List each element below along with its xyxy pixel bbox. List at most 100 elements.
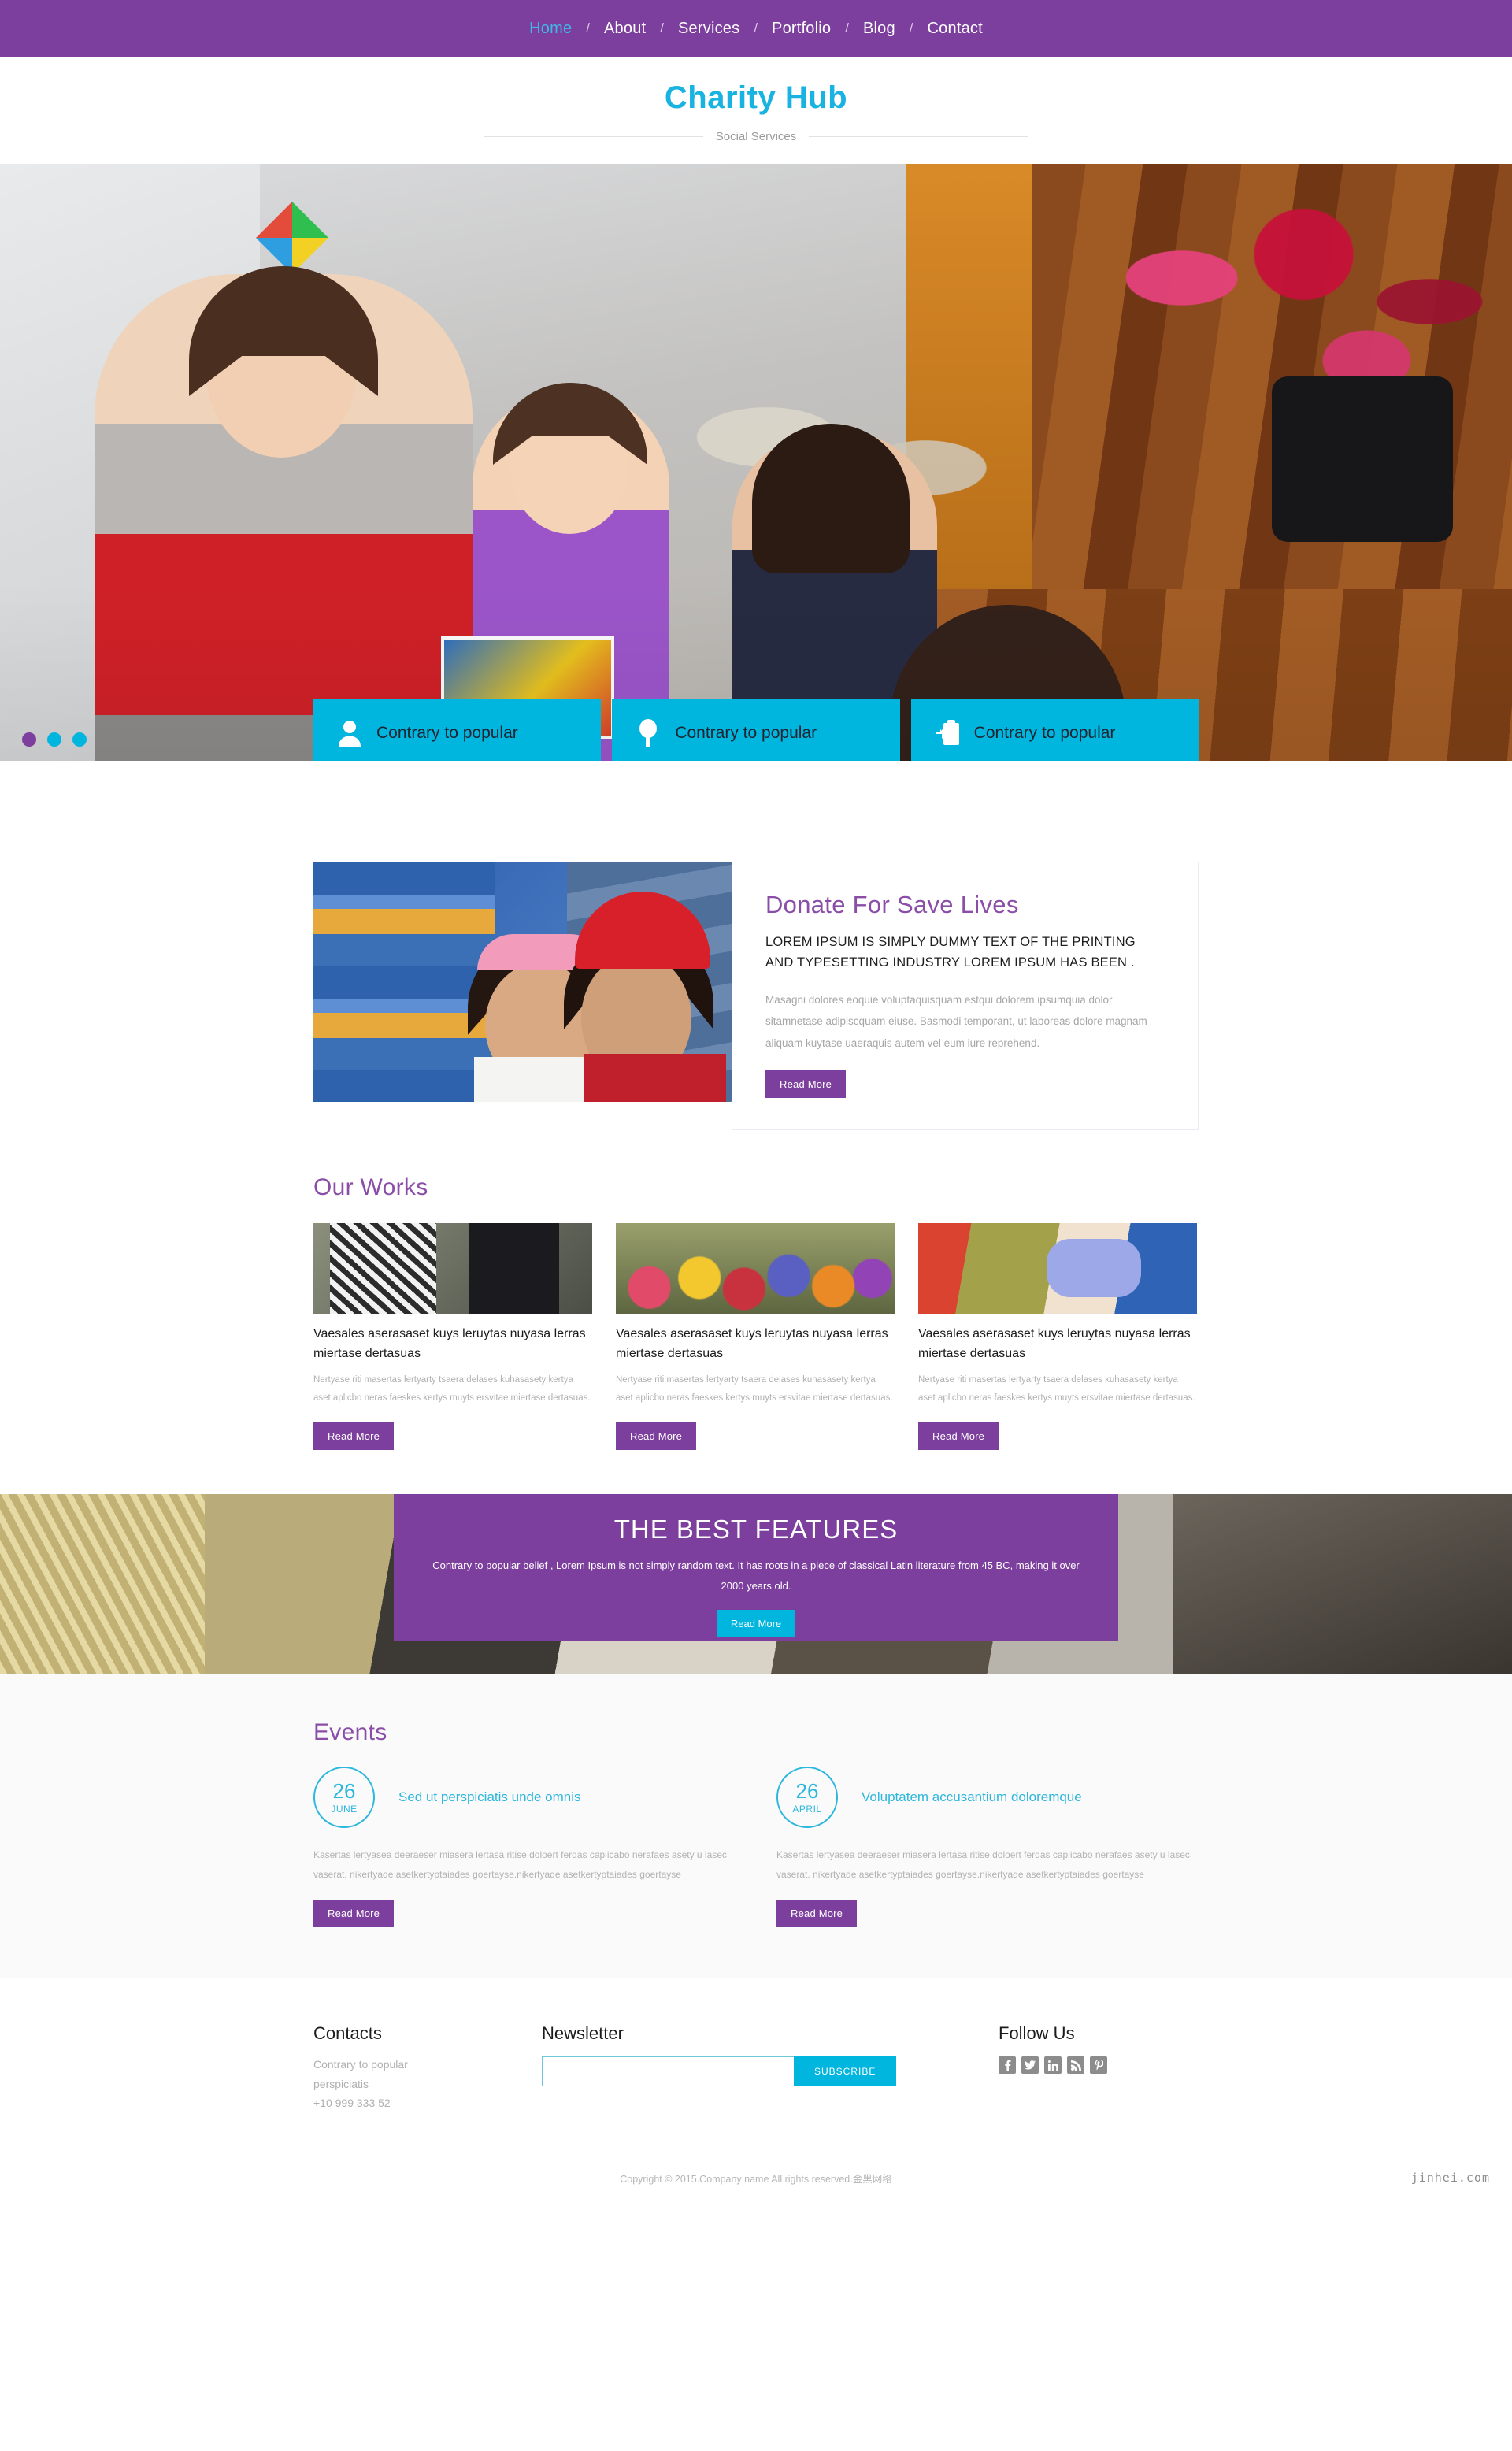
site-tagline: Social Services xyxy=(715,130,797,143)
donate-body: Masagni dolores eoquie voluptaquisquam e… xyxy=(765,993,1147,1050)
nav-item-about[interactable]: About xyxy=(591,20,658,38)
event-header: 26 APRIL Voluptatem accusantium doloremq… xyxy=(776,1767,1199,1829)
work-card-body: Nertyase riti masertas lertyarty tsaera … xyxy=(918,1375,1195,1403)
event-title[interactable]: Sed ut perspiciatis unde omnis xyxy=(398,1789,581,1805)
donate-section: Donate For Save Lives LOREM IPSUM IS SIM… xyxy=(0,761,1512,1130)
banner-content: THE BEST FEATURES Contrary to popular be… xyxy=(394,1494,1118,1641)
rss-icon[interactable] xyxy=(1067,2056,1084,2075)
event-item: 26 APRIL Voluptatem accusantium doloremq… xyxy=(776,1767,1199,1928)
best-features-banner: THE BEST FEATURES Contrary to popular be… xyxy=(0,1494,1512,1674)
site-header: Charity Hub Social Services xyxy=(0,57,1512,164)
feature-title: Contrary to popular xyxy=(973,724,1116,742)
slider-dot-1[interactable] xyxy=(22,732,36,747)
nav-item-portfolio[interactable]: Portfolio xyxy=(759,20,843,38)
work-read-more-button[interactable]: Read More xyxy=(616,1422,697,1451)
pinterest-icon[interactable] xyxy=(1090,2056,1107,2075)
events-section: Events 26 JUNE Sed ut perspiciatis unde … xyxy=(0,1674,1512,1978)
event-month: APRIL xyxy=(792,1803,822,1815)
slider-dot-2[interactable] xyxy=(47,732,61,747)
event-read-more-button[interactable]: Read More xyxy=(313,1900,395,1928)
page-root: Home / About / Services / Portfolio / Bl… xyxy=(0,0,1512,2204)
banner-read-more-button[interactable]: Read More xyxy=(716,1609,796,1637)
feature-box-1[interactable]: Contrary to popular Lorem Ipsum is not s… xyxy=(313,699,602,761)
work-card-image xyxy=(313,1222,592,1314)
event-title[interactable]: Voluptatem accusantium doloremque xyxy=(862,1789,1082,1805)
nav-item-contact[interactable]: Contact xyxy=(915,20,995,38)
feature-title: Contrary to popular xyxy=(376,724,518,742)
slider-dot-3[interactable] xyxy=(72,732,87,747)
tagline-rule-right xyxy=(809,136,1028,137)
event-day: 26 xyxy=(332,1778,356,1803)
linkedin-icon[interactable] xyxy=(1044,2056,1062,2075)
contacts-line-1: Contrary to popular xyxy=(313,2058,408,2071)
work-card-image xyxy=(616,1222,895,1314)
event-day: 26 xyxy=(795,1778,819,1803)
events-title: Events xyxy=(313,1719,387,1746)
feature-header: Contrary to popular xyxy=(932,716,1178,751)
follow-us-title: Follow Us xyxy=(999,2023,1075,2044)
tagline-wrapper: Social Services xyxy=(484,130,1028,143)
nav-separator: / xyxy=(909,20,914,35)
feature-box-2[interactable]: Contrary to popular Lorem Ipsum is not s… xyxy=(612,699,900,761)
newsletter-title: Newsletter xyxy=(542,2023,624,2044)
copyright-cn-text: 金黑网络 xyxy=(852,2173,892,2185)
our-works-grid: Vaesales aserasaset kuys leruytas nuyasa… xyxy=(313,1222,1199,1451)
donate-subtitle: LOREM IPSUM IS SIMPLY DUMMY TEXT OF THE … xyxy=(765,935,1136,970)
nav-separator: / xyxy=(660,20,665,35)
nav-item-home[interactable]: Home xyxy=(517,20,584,38)
footer-follow-column: Follow Us xyxy=(999,2023,1199,2113)
our-works-title: Our Works xyxy=(313,1174,428,1200)
donate-image xyxy=(313,862,732,1102)
work-card-body: Nertyase riti masertas lertyarty tsaera … xyxy=(616,1375,893,1403)
event-month: JUNE xyxy=(331,1803,358,1815)
event-body: Kasertas lertyasea deeraeser miasera ler… xyxy=(776,1849,1190,1880)
events-grid: 26 JUNE Sed ut perspiciatis unde omnis K… xyxy=(313,1767,1199,1928)
work-card[interactable]: Vaesales aserasaset kuys leruytas nuyasa… xyxy=(616,1222,895,1451)
contacts-phone: +10 999 333 52 xyxy=(313,2097,391,2110)
newsletter-subscribe-button[interactable]: SUBSCRIBE xyxy=(794,2056,897,2087)
nav-separator: / xyxy=(754,20,758,35)
work-card[interactable]: Vaesales aserasaset kuys leruytas nuyasa… xyxy=(918,1222,1197,1451)
contacts-title: Contacts xyxy=(313,2023,382,2044)
top-navigation-bar: Home / About / Services / Portfolio / Bl… xyxy=(0,0,1512,57)
tagline-rule-left xyxy=(484,136,703,137)
feature-header: Contrary to popular xyxy=(334,716,580,751)
hero-overlay xyxy=(0,164,1512,761)
copyright-bar: Copyright © 2015.Company name All rights… xyxy=(0,2152,1512,2204)
feature-title: Contrary to popular xyxy=(675,724,817,742)
nav-separator: / xyxy=(845,20,849,35)
work-read-more-button[interactable]: Read More xyxy=(918,1422,999,1451)
watermark: jinhei.com xyxy=(1410,2170,1490,2185)
site-logo[interactable]: Charity Hub xyxy=(0,80,1512,116)
event-body: Kasertas lertyasea deeraeser miasera ler… xyxy=(313,1849,727,1880)
work-read-more-button[interactable]: Read More xyxy=(313,1422,395,1451)
nav-item-services[interactable]: Services xyxy=(665,20,752,38)
event-header: 26 JUNE Sed ut perspiciatis unde omnis xyxy=(313,1767,736,1829)
nav-item-blog[interactable]: Blog xyxy=(850,20,908,38)
donate-read-more-button[interactable]: Read More xyxy=(765,1070,847,1098)
work-card-title: Vaesales aserasaset kuys leruytas nuyasa… xyxy=(616,1326,888,1360)
feature-box-3[interactable]: Contrary to popular Lorem Ipsum is not s… xyxy=(910,699,1199,761)
banner-title: THE BEST FEATURES xyxy=(613,1515,899,1544)
footer-newsletter-column: Newsletter SUBSCRIBE xyxy=(542,2023,999,2113)
facebook-icon[interactable] xyxy=(999,2056,1016,2075)
work-card-title: Vaesales aserasaset kuys leruytas nuyasa… xyxy=(313,1326,586,1360)
copyright-text: Copyright © 2015.Company name All rights… xyxy=(620,2173,853,2185)
clipboard-arrow-icon xyxy=(932,716,963,751)
main-nav: Home / About / Services / Portfolio / Bl… xyxy=(517,20,995,38)
banner-body: Contrary to popular belief , Lorem Ipsum… xyxy=(432,1559,1080,1592)
donate-panel: Donate For Save Lives LOREM IPSUM IS SIM… xyxy=(313,862,1199,1130)
work-card[interactable]: Vaesales aserasaset kuys leruytas nuyasa… xyxy=(313,1222,592,1451)
footer-contacts-column: Contacts Contrary to popular perspiciati… xyxy=(313,2023,542,2113)
event-date-badge: 26 JUNE xyxy=(313,1767,375,1829)
our-works-section: Our Works Vaesales aserasaset kuys leruy… xyxy=(0,1130,1512,1451)
event-date-badge: 26 APRIL xyxy=(776,1767,838,1829)
event-read-more-button[interactable]: Read More xyxy=(776,1900,858,1928)
contacts-line-2: perspiciatis xyxy=(313,2077,369,2090)
footer-columns: Contacts Contrary to popular perspiciati… xyxy=(313,2023,1199,2113)
donate-title: Donate For Save Lives xyxy=(765,891,1019,918)
newsletter-email-input[interactable] xyxy=(542,2056,794,2087)
twitter-icon[interactable] xyxy=(1021,2056,1039,2075)
feature-header: Contrary to popular xyxy=(632,716,879,751)
feature-boxes: Contrary to popular Lorem Ipsum is not s… xyxy=(313,699,1199,761)
